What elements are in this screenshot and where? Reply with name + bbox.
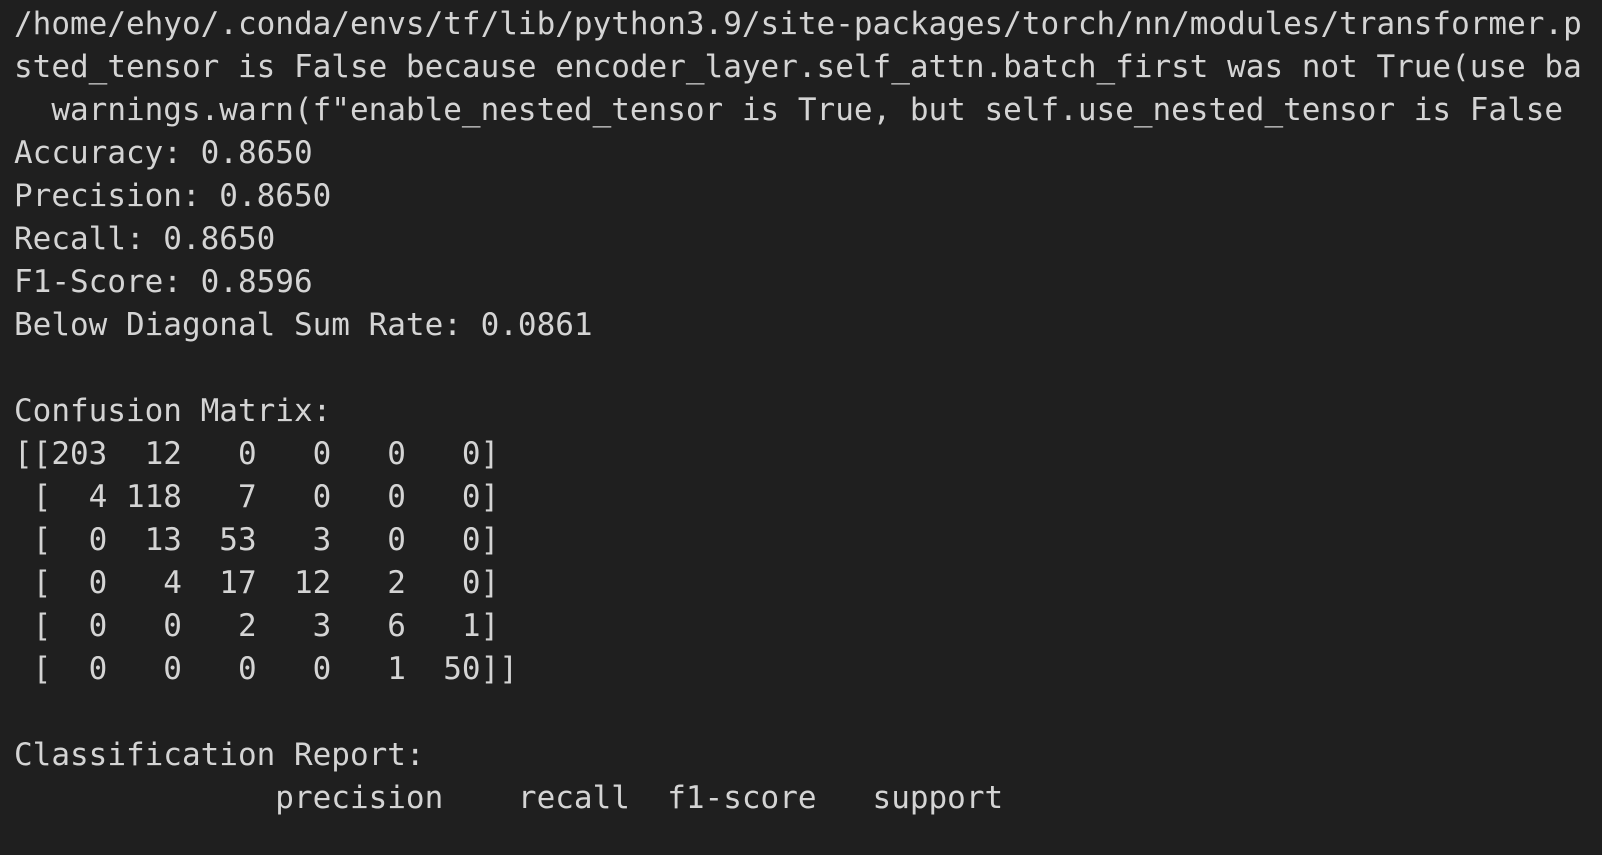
f1-score-line: F1-Score: 0.8596 (14, 264, 313, 300)
warning-line-3: warnings.warn(f"enable_nested_tensor is … (14, 92, 1564, 128)
below-diagonal-line: Below Diagonal Sum Rate: 0.0861 (14, 307, 593, 343)
terminal-output[interactable]: /home/ehyo/.conda/envs/tf/lib/python3.9/… (14, 0, 1602, 855)
confusion-row-6: [ 0 0 0 0 1 50]] (14, 651, 518, 687)
warning-line-1: /home/ehyo/.conda/envs/tf/lib/python3.9/… (14, 6, 1582, 42)
warning-line-2: sted_tensor is False because encoder_lay… (14, 49, 1582, 85)
precision-line: Precision: 0.8650 (14, 178, 332, 214)
classification-report-title: Classification Report: (14, 737, 425, 773)
confusion-row-2: [ 4 118 7 0 0 0] (14, 479, 500, 515)
terminal-panel[interactable]: /home/ehyo/.conda/envs/tf/lib/python3.9/… (0, 0, 1602, 855)
classification-report-header: precision recall f1-score support (14, 780, 1004, 816)
accuracy-line: Accuracy: 0.8650 (14, 135, 313, 171)
confusion-row-1: [[203 12 0 0 0 0] (14, 436, 500, 472)
confusion-matrix-title: Confusion Matrix: (14, 393, 332, 429)
confusion-row-5: [ 0 0 2 3 6 1] (14, 608, 500, 644)
confusion-row-3: [ 0 13 53 3 0 0] (14, 522, 500, 558)
recall-line: Recall: 0.8650 (14, 221, 276, 257)
confusion-row-4: [ 0 4 17 12 2 0] (14, 565, 500, 601)
